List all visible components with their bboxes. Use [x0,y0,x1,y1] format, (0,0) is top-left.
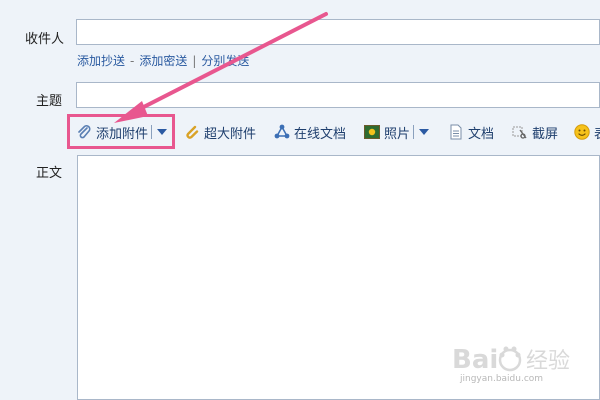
message-body-editor[interactable] [77,155,600,400]
large-attachment-button[interactable]: 超大附件 [184,118,256,146]
document-button[interactable]: 文档 [448,118,494,146]
share-network-icon [274,124,290,139]
add-attachment-button[interactable]: 添加附件 [76,118,168,146]
subject-input[interactable] [76,82,600,108]
document-label: 文档 [468,126,495,142]
document-icon [450,124,462,140]
large-paperclip-icon [186,125,199,139]
screenshot-label: 截屏 [532,126,559,142]
link-separator-dash: - [130,54,135,68]
toolbar-divider [151,125,153,139]
recipient-label: 收件人 [25,32,65,47]
recipient-input[interactable] [76,19,600,45]
watermark-site-text: jingyan.baidu.com [460,374,544,384]
online-docs-label: 在线文档 [294,126,347,142]
photo-icon [364,125,380,139]
paperclip-icon [78,125,91,139]
photo-label: 照片 [384,126,411,142]
add-bcc-link[interactable]: 添加密送 [139,54,187,68]
subject-label: 主题 [36,94,63,109]
compose-toolbar: 添加附件 超大附件 在线文档 照片 文档 截屏 [66,118,600,146]
add-cc-link[interactable]: 添加抄送 [77,54,125,68]
emoji-button[interactable]: 表 [574,118,600,146]
body-label: 正文 [36,166,63,181]
recipient-links: 添加抄送 - 添加密送 | 分别发送 [77,52,249,69]
screenshot-button[interactable]: 截屏 [512,118,558,146]
photo-button[interactable]: 照片 [364,118,430,146]
online-docs-button[interactable]: 在线文档 [274,118,346,146]
emoji-label: 表 [594,123,600,142]
toolbar-divider [413,125,415,139]
separate-send-link[interactable]: 分别发送 [201,54,249,68]
scissors-icon [512,126,527,139]
attachment-dropdown-icon[interactable] [157,129,168,135]
add-attachment-label: 添加附件 [96,126,149,142]
large-attachment-label: 超大附件 [204,126,257,142]
smiley-icon [574,124,590,140]
photo-dropdown-icon[interactable] [419,129,430,135]
link-separator-bar: | [192,54,197,68]
